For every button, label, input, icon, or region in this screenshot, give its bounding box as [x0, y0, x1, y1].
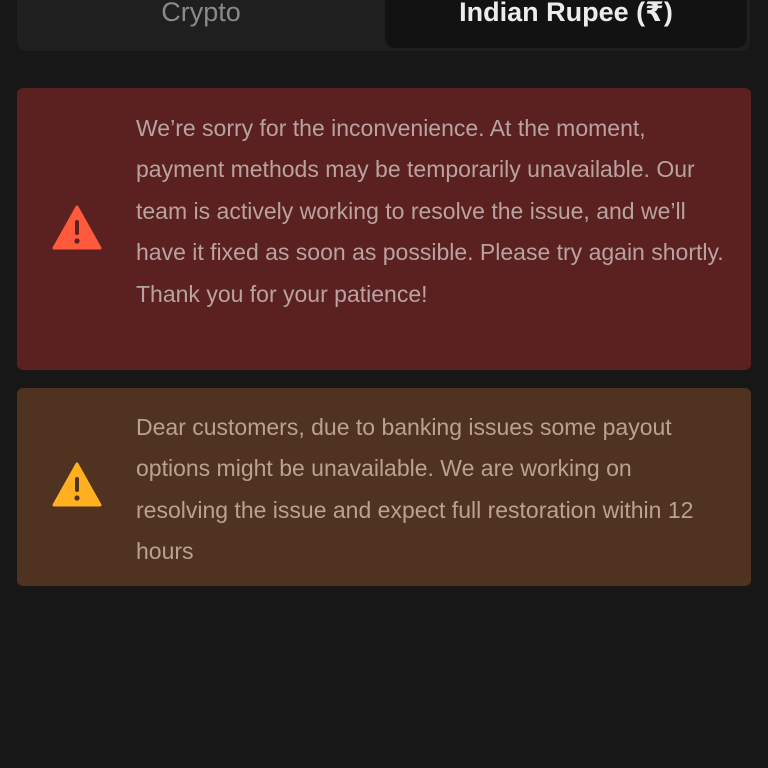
tab-crypto-label: Crypto: [161, 0, 241, 27]
payout-warning-alert: Dear customers, due to banking issues so…: [17, 388, 751, 586]
payout-warning-message: Dear customers, due to banking issues so…: [136, 414, 694, 565]
currency-tabs: Crypto Indian Rupee (₹): [17, 0, 750, 51]
tab-crypto[interactable]: Crypto: [17, 0, 385, 48]
page: Crypto Indian Rupee (₹) We’re sorry for …: [0, 0, 768, 768]
warning-triangle-icon: [52, 205, 102, 250]
payment-error-message: We’re sorry for the inconvenience. At th…: [136, 115, 724, 307]
tab-indian-rupee[interactable]: Indian Rupee (₹): [385, 0, 747, 48]
tab-indian-rupee-label: Indian Rupee (₹): [459, 0, 673, 27]
warning-triangle-icon: [52, 462, 102, 507]
payment-error-alert: We’re sorry for the inconvenience. At th…: [17, 88, 751, 370]
